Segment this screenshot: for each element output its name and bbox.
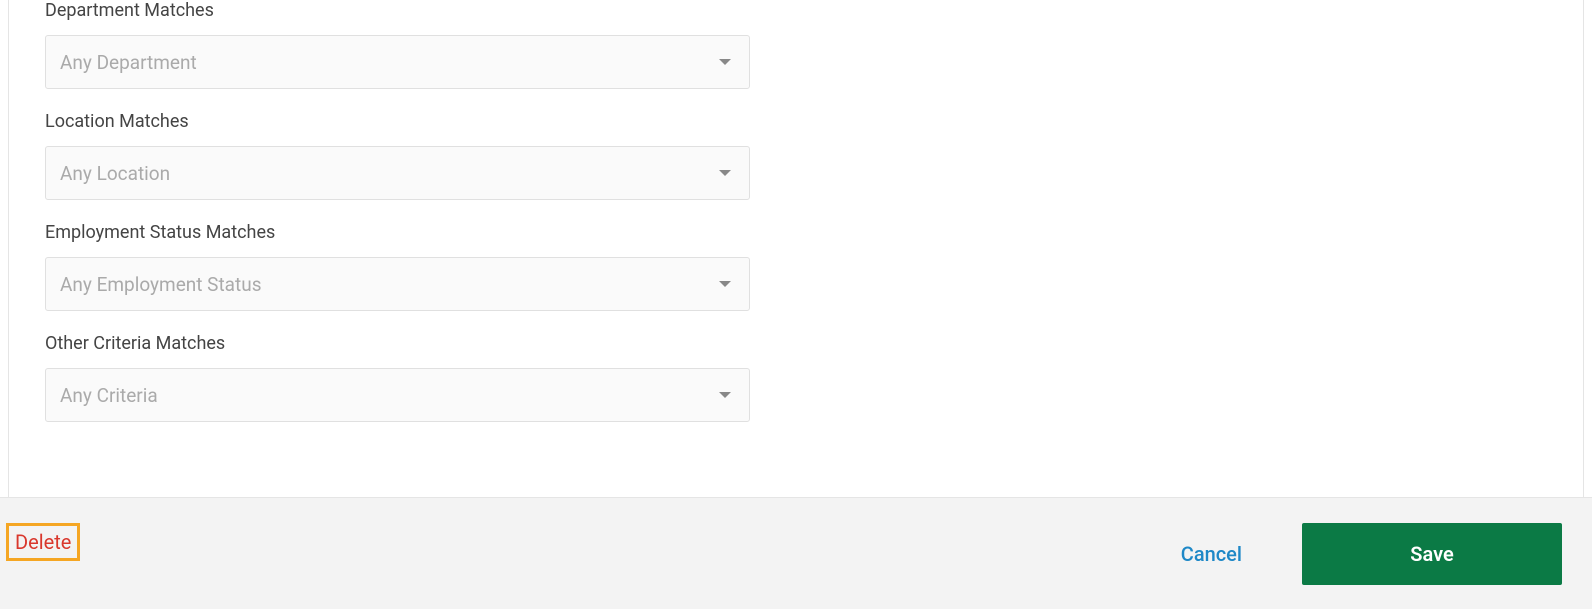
location-select[interactable]: Any Location <box>45 146 750 200</box>
other-criteria-placeholder: Any Criteria <box>60 384 158 407</box>
location-placeholder: Any Location <box>60 162 170 185</box>
caret-down-icon <box>719 170 731 176</box>
footer-bar: Delete Cancel Save <box>0 497 1592 609</box>
delete-button[interactable]: Delete <box>6 523 80 561</box>
employment-status-label: Employment Status Matches <box>45 222 1583 243</box>
department-field-group: Department Matches Any Department <box>45 0 1583 89</box>
department-placeholder: Any Department <box>60 51 197 74</box>
employment-status-placeholder: Any Employment Status <box>60 273 262 296</box>
other-criteria-label: Other Criteria Matches <box>45 333 1583 354</box>
location-field-group: Location Matches Any Location <box>45 111 1583 200</box>
department-select[interactable]: Any Department <box>45 35 750 89</box>
employment-status-select[interactable]: Any Employment Status <box>45 257 750 311</box>
location-label: Location Matches <box>45 111 1583 132</box>
footer-actions: Cancel Save <box>1181 523 1562 585</box>
caret-down-icon <box>719 281 731 287</box>
employment-status-field-group: Employment Status Matches Any Employment… <box>45 222 1583 311</box>
caret-down-icon <box>719 392 731 398</box>
department-label: Department Matches <box>45 0 1583 21</box>
other-criteria-select[interactable]: Any Criteria <box>45 368 750 422</box>
form-panel: Department Matches Any Department Locati… <box>8 0 1584 497</box>
cancel-button[interactable]: Cancel <box>1181 542 1242 566</box>
other-criteria-field-group: Other Criteria Matches Any Criteria <box>45 333 1583 422</box>
save-button[interactable]: Save <box>1302 523 1562 585</box>
caret-down-icon <box>719 59 731 65</box>
